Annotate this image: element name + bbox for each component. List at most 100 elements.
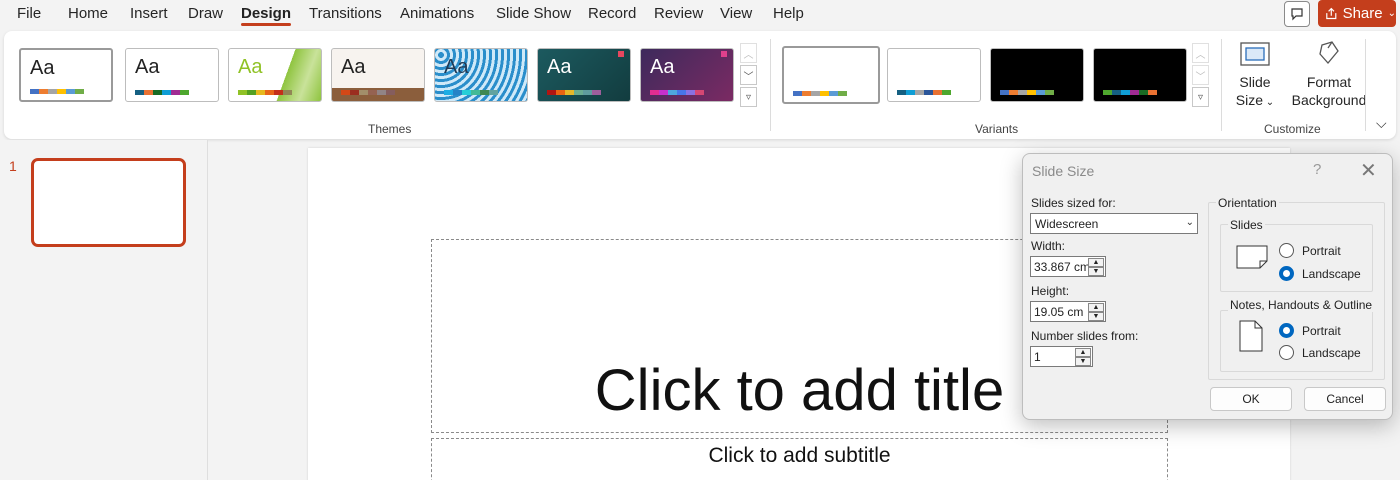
width-decrement-button[interactable]: ▼ [1088,267,1104,276]
theme-celestial[interactable]: Aa [640,48,734,102]
comment-icon [1291,8,1303,21]
theme-office-2[interactable]: Aa [125,48,219,102]
variants-scroll-up-button[interactable]: ︿ [1192,43,1209,63]
more-icon: ▿ [745,91,752,103]
slides-landscape-option[interactable]: Landscape [1279,266,1361,281]
notes-landscape-radio[interactable] [1279,345,1294,360]
menu-bar: File Home Insert Draw Design Transitions… [0,0,1400,30]
menu-view[interactable]: View [720,5,752,22]
share-label: Share [1342,5,1383,22]
notes-group-label: Notes, Handouts & Outline [1228,298,1375,312]
height-label: Height: [1031,284,1070,298]
landscape-page-icon [1236,245,1268,269]
share-button[interactable]: Share ⌄ [1318,0,1396,27]
slide-thumbnail[interactable] [31,158,186,247]
theme-office[interactable]: Aa [19,48,113,102]
height-increment-button[interactable]: ▲ [1088,303,1104,312]
more-icon: ▿ [1197,91,1204,103]
menu-file[interactable]: File [17,5,41,22]
customize-group-label: Customize [1264,122,1321,136]
group-divider [1365,39,1366,131]
notes-portrait-radio[interactable] [1279,323,1294,338]
slides-portrait-radio[interactable] [1279,243,1294,258]
number-decrement-button[interactable]: ▼ [1075,357,1091,366]
variants-group-label: Variants [975,122,1019,136]
menu-home[interactable]: Home [68,5,108,22]
variant-1[interactable] [782,46,880,104]
variant-4[interactable] [1093,48,1187,102]
variant-3[interactable] [990,48,1084,102]
slides-landscape-radio[interactable] [1279,266,1294,281]
theme-sample-text: Aa [444,56,469,78]
theme-sample-text: Aa [30,57,55,79]
theme-sample-text: Aa [650,56,675,78]
chevron-down-icon: ⌄ [1185,217,1194,228]
menu-animations[interactable]: Animations [400,5,474,22]
slides-portrait-option[interactable]: Portrait [1279,243,1341,258]
menu-draw[interactable]: Draw [188,5,223,22]
slide-size-button[interactable]: Slide Size ⌄ [1230,39,1280,112]
theme-sample-text: Aa [341,56,366,78]
menu-help[interactable]: Help [773,5,804,22]
format-background-icon [1319,41,1339,64]
collapse-ribbon-button[interactable]: ⌵ [1376,115,1387,132]
themes-scroll-down-button[interactable]: ﹀ [740,65,757,85]
theme-wood-type[interactable]: Aa [331,48,425,102]
ribbon-design: Aa Aa Aa Aa Aa Aa Aa ︿ ﹀ ▿ Themes ︿ ﹀ ▿ … [4,31,1396,139]
height-field[interactable]: 19.05 cm ▲ ▼ [1030,301,1106,322]
group-divider [1221,39,1222,131]
dialog-title: Slide Size [1032,163,1095,179]
chevron-down-icon: ﹀ [1195,71,1206,83]
ok-label: OK [1242,392,1260,406]
number-increment-button[interactable]: ▲ [1075,348,1091,357]
height-decrement-button[interactable]: ▼ [1088,312,1104,321]
width-increment-button[interactable]: ▲ [1088,258,1104,267]
variants-scroll-down-button[interactable]: ﹀ [1192,65,1209,85]
close-button[interactable]: ✕ [1360,158,1377,183]
notes-landscape-option[interactable]: Landscape [1279,345,1361,360]
themes-more-button[interactable]: ▿ [740,87,757,107]
slide-size-icon [1240,42,1270,66]
theme-ion[interactable]: Aa [434,48,528,102]
theme-facet[interactable]: Aa [228,48,322,102]
chevron-down-icon: ⌵ [1376,115,1387,131]
menu-design[interactable]: Design [241,5,292,26]
cancel-label: Cancel [1326,392,1364,406]
width-value: 33.867 cm [1034,260,1091,274]
subtitle-placeholder[interactable]: Click to add subtitle [431,438,1168,480]
themes-scroll-up-button[interactable]: ︿ [740,43,757,63]
help-button[interactable]: ? [1313,161,1321,178]
width-label: Width: [1031,239,1066,253]
slides-sized-for-select[interactable]: Widescreen ⌄ [1030,213,1198,234]
theme-sample-text: Aa [547,56,572,78]
slide-size-label-line1: Slide [1239,74,1271,90]
menu-slide-show[interactable]: Slide Show [496,5,571,22]
variants-more-button[interactable]: ▿ [1192,87,1209,107]
chevron-down-icon: ⌄ [1387,8,1396,19]
group-divider [770,39,771,131]
comments-button[interactable] [1284,1,1310,27]
slide-number: 1 [9,158,17,174]
menu-review[interactable]: Review [654,5,703,22]
ok-button[interactable]: OK [1210,387,1292,411]
width-field[interactable]: 33.867 cm ▲ ▼ [1030,256,1106,277]
format-background-label-line1: Format [1306,74,1352,90]
slides-group-label: Slides [1228,218,1265,232]
menu-record[interactable]: Record [588,5,636,22]
variant-2[interactable] [887,48,981,102]
format-background-button[interactable]: Format Background [1289,39,1369,109]
number-slides-from-field[interactable]: 1 ▲ ▼ [1030,346,1093,367]
themes-group-label: Themes [368,122,412,136]
theme-ion-boardroom[interactable]: Aa [537,48,631,102]
cancel-button[interactable]: Cancel [1304,387,1386,411]
chevron-up-icon: ︿ [743,49,754,61]
orientation-label: Orientation [1216,196,1279,210]
menu-transitions[interactable]: Transitions [309,5,382,22]
number-slides-from-value: 1 [1034,350,1041,364]
subtitle-placeholder-text: Click to add subtitle [708,444,891,467]
chevron-up-icon: ︿ [1195,49,1206,61]
format-background-label-line2: Background [1291,92,1367,108]
slide-size-dialog: Slide Size ? ✕ Slides sized for: Widescr… [1022,153,1393,420]
menu-insert[interactable]: Insert [130,5,168,22]
notes-portrait-option[interactable]: Portrait [1279,323,1341,338]
